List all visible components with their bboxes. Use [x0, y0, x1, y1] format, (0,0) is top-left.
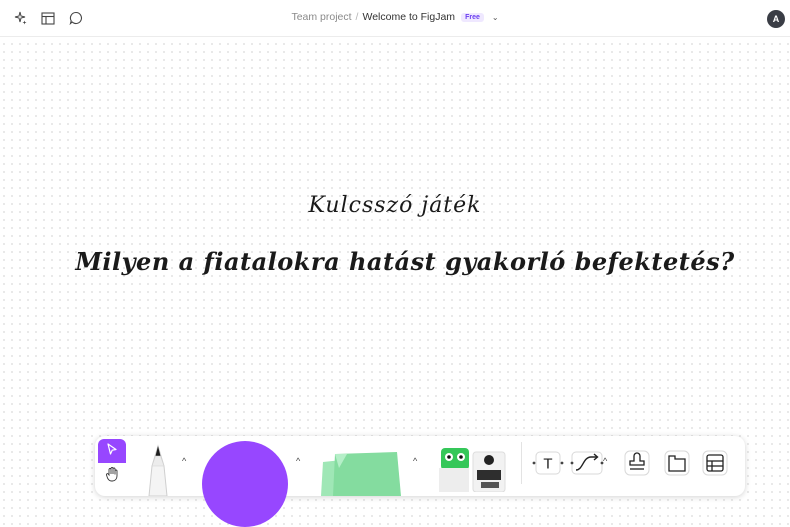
connector-caret[interactable]: ^ — [603, 456, 607, 466]
canvas-question[interactable]: Milyen a fiatalokra hatást gyakorló befe… — [10, 247, 790, 276]
file-title[interactable]: Welcome to FigJam — [362, 11, 455, 23]
sticky-note-tool[interactable] — [317, 446, 407, 501]
stickers-tool[interactable] — [435, 446, 509, 493]
sticky-note-icon — [321, 452, 401, 496]
table-tool-button[interactable] — [701, 450, 729, 476]
chevron-down-icon[interactable]: ⌄ — [492, 13, 499, 22]
top-bar: Team project / Welcome to FigJam Free ⌄ A — [0, 0, 790, 37]
table-icon — [702, 450, 728, 476]
breadcrumb-project[interactable]: Team project — [291, 11, 351, 23]
plan-badge: Free — [461, 13, 484, 22]
marker-icon — [148, 444, 168, 497]
hand-tool-button[interactable] — [98, 464, 126, 488]
text-tool-glyph: T — [543, 456, 552, 473]
text-icon: T — [532, 451, 564, 475]
hand-icon — [105, 466, 119, 487]
shape-icon[interactable] — [202, 441, 288, 527]
avatar[interactable]: A — [767, 10, 785, 28]
text-tool-button[interactable]: T — [531, 450, 565, 476]
bottom-toolbar: ^ ^ ^ T ^ — [95, 436, 745, 527]
toolbar-divider — [521, 442, 522, 484]
connector-icon — [570, 451, 604, 475]
marker-caret[interactable]: ^ — [182, 456, 186, 466]
shape-caret[interactable]: ^ — [296, 456, 300, 466]
canvas-subtitle[interactable]: Kulcsszó játék — [0, 193, 790, 218]
sticky-caret[interactable]: ^ — [413, 456, 417, 466]
select-icon — [107, 442, 117, 460]
section-tool-button[interactable] — [663, 450, 691, 476]
breadcrumb: Team project / Welcome to FigJam Free ⌄ — [0, 11, 790, 23]
stamp-icon — [624, 450, 650, 476]
breadcrumb-separator: / — [355, 11, 359, 23]
stamp-tool-button[interactable] — [623, 450, 651, 476]
select-tool-button[interactable] — [98, 439, 126, 463]
marker-tool[interactable] — [145, 444, 171, 497]
stickers-icon — [439, 448, 506, 493]
connector-tool-button[interactable] — [569, 450, 605, 476]
section-icon — [664, 450, 690, 476]
